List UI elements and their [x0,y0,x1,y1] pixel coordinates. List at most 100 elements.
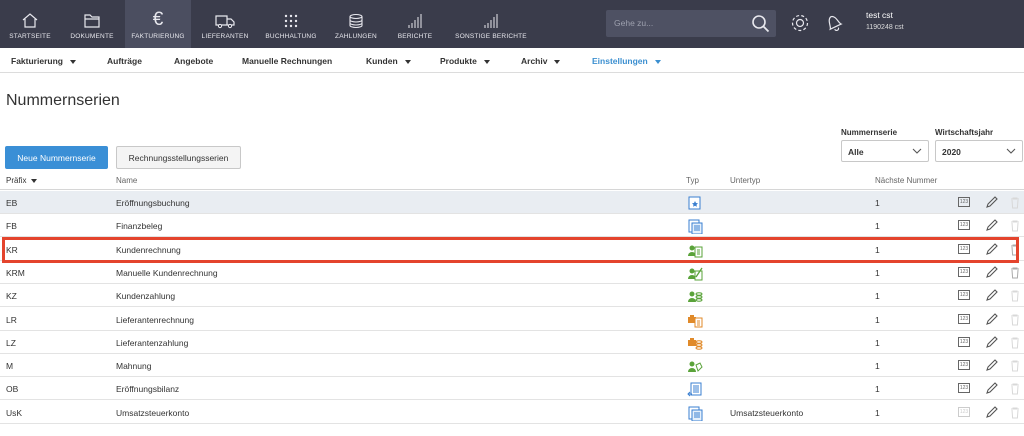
cell-next-number: 1 [875,384,880,395]
calculator-icon[interactable]: 123 [958,336,970,347]
number-series-select[interactable]: Alle [841,140,929,162]
calculator-icon[interactable]: 123 [958,220,970,231]
table-row[interactable]: EB Eröffnungsbuchung 1 123 [0,191,1024,214]
delete-trash-icon[interactable] [1010,267,1020,279]
delete-trash-icon[interactable] [1010,407,1020,419]
nav-item-berichte[interactable]: BERICHTE [390,0,440,48]
delete-trash-icon[interactable] [1010,314,1020,326]
nav-item-lieferanten[interactable]: LIEFERANTEN [196,0,254,48]
table-row[interactable]: FB Finanzbeleg 1 123 [0,214,1024,238]
row-highlight-frame [2,237,1019,263]
gear-icon[interactable] [789,12,811,34]
fiscal-year-label: Wirtschaftsjahr [935,128,994,137]
edit-pencil-icon[interactable] [985,359,998,372]
delete-trash-icon[interactable] [1010,337,1020,349]
notification-bell-icon[interactable] [824,12,844,34]
delete-trash-icon[interactable] [1010,360,1020,372]
column-header-prefix[interactable]: Präfix [6,176,38,185]
table-row[interactable]: KZ Kundenzahlung 1 123 [0,284,1024,308]
cell-name: Eröffnungsbilanz [116,384,180,395]
table-row[interactable]: KRM Manuelle Kundenrechnung 1 123 [0,261,1024,284]
edit-pencil-icon[interactable] [985,266,998,279]
calculator-icon[interactable]: 123 [958,313,970,324]
cell-next-number: 1 [875,291,880,302]
table-row[interactable]: OB Eröffnungsbilanz 1 123 [0,377,1024,401]
cell-next-number: 1 [875,198,880,208]
chevron-down-icon [483,59,490,64]
delete-trash-icon[interactable] [1010,290,1020,302]
calculator-icon[interactable]: 123 [958,406,970,417]
search-icon[interactable] [751,14,770,33]
header-label: Präfix [6,176,27,185]
table-row[interactable]: UsK Umsatzsteuerkonto Umsatzsteuerkonto 1 12… [0,401,1024,424]
nav-item-label: LIEFERANTEN [201,33,249,40]
cell-prefix: M [6,361,14,372]
table-row[interactable]: LZ Lieferantenzahlung 1 123 [0,331,1024,354]
nav-item-label: BUCHHALTUNG [265,33,317,40]
edit-pencil-icon[interactable] [985,289,998,302]
column-header-name[interactable]: Name [116,176,137,185]
edit-pencil-icon[interactable] [985,219,998,232]
cell-prefix: LR [6,314,17,325]
subnav-label: Fakturierung [11,56,63,66]
invoicing-series-button[interactable]: Rechnungsstellungsserien [116,146,241,169]
chevron-down-icon [1006,148,1016,154]
calculator-icon[interactable]: 123 [958,197,970,207]
edit-pencil-icon[interactable] [985,196,998,209]
new-number-series-button[interactable]: Neue Nummernserie [5,146,108,169]
subnav-angebote[interactable]: Angebote [174,56,213,66]
cell-prefix: FB [6,221,17,232]
subnav-fakturierung[interactable]: Fakturierung [11,56,76,66]
column-header-type[interactable]: Typ [686,176,699,185]
calculator-icon[interactable]: 123 [958,383,970,394]
delete-trash-icon[interactable] [1010,220,1020,232]
nav-item-label: DOKUMENTE [70,33,114,40]
nav-item-zahlungen[interactable]: ZAHLUNGEN [328,0,384,48]
nav-item-sonstige-berichte[interactable]: SONSTIGE BERICHTE [450,0,532,48]
delete-trash-icon[interactable] [1010,197,1020,209]
cell-prefix: OB [6,384,19,395]
subnav-label: Produkte [440,56,477,66]
nav-item-label: ZAHLUNGEN [335,33,377,40]
supplier-payment-icon [688,337,703,350]
euro-icon: € [152,9,164,30]
nav-item-dokumente[interactable]: DOKUMENTE [62,0,122,48]
cell-name: Umsatzsteuerkonto [116,407,190,418]
fiscal-year-select[interactable]: 2020 [935,140,1023,162]
subnav-produkte[interactable]: Produkte [440,56,490,66]
subnav-label: Einstellungen [592,56,648,66]
nav-item-startseite[interactable]: STARTSEITE [0,0,60,48]
cell-name: Lieferantenzahlung [116,337,189,348]
cell-next-number: 1 [875,314,880,325]
truck-icon [215,15,235,29]
finance-document-icon [688,219,703,235]
top-navigation-bar: STARTSEITE DOKUMENTE € FAKTURIERUNG LIEF… [0,0,1024,48]
delete-trash-icon[interactable] [1010,383,1020,395]
calculator-icon[interactable]: 123 [958,266,970,277]
subnav-archiv[interactable]: Archiv [521,56,561,66]
nav-item-fakturierung[interactable]: € FAKTURIERUNG [125,0,191,48]
column-header-subtype[interactable]: Untertyp [730,176,760,185]
nav-item-buchhaltung[interactable]: BUCHHALTUNG [258,0,324,48]
edit-pencil-icon[interactable] [985,336,998,349]
search-box[interactable]: Gehe zu... [606,10,776,37]
calculator-icon[interactable]: 123 [958,360,970,371]
edit-pencil-icon[interactable] [985,382,998,395]
table-row[interactable]: M Mahnung 1 123 [0,354,1024,378]
sort-descending-icon [31,178,38,183]
subnav-einstellungen[interactable]: Einstellungen [592,56,661,66]
column-header-next-number[interactable]: Nächste Nummer [875,176,937,185]
user-info[interactable]: test cst 1190248 cst [866,10,904,31]
page-title: Nummernserien [6,92,120,109]
edit-pencil-icon[interactable] [985,312,998,326]
table-row[interactable]: LR Lieferantenrechnung 1 123 [0,308,1024,331]
subnav-kunden[interactable]: Kunden [366,56,411,66]
edit-pencil-icon[interactable] [985,405,998,419]
nav-item-label: FAKTURIERUNG [131,33,185,40]
fiscal-year-value: 2020 [942,147,961,157]
subnav-auftraege[interactable]: Aufträge [107,56,142,66]
chevron-down-icon [912,148,922,154]
subnav-label: Aufträge [107,56,142,66]
subnav-manuelle-rechnungen[interactable]: Manuelle Rechnungen [242,56,332,66]
calculator-icon[interactable]: 123 [958,290,970,301]
